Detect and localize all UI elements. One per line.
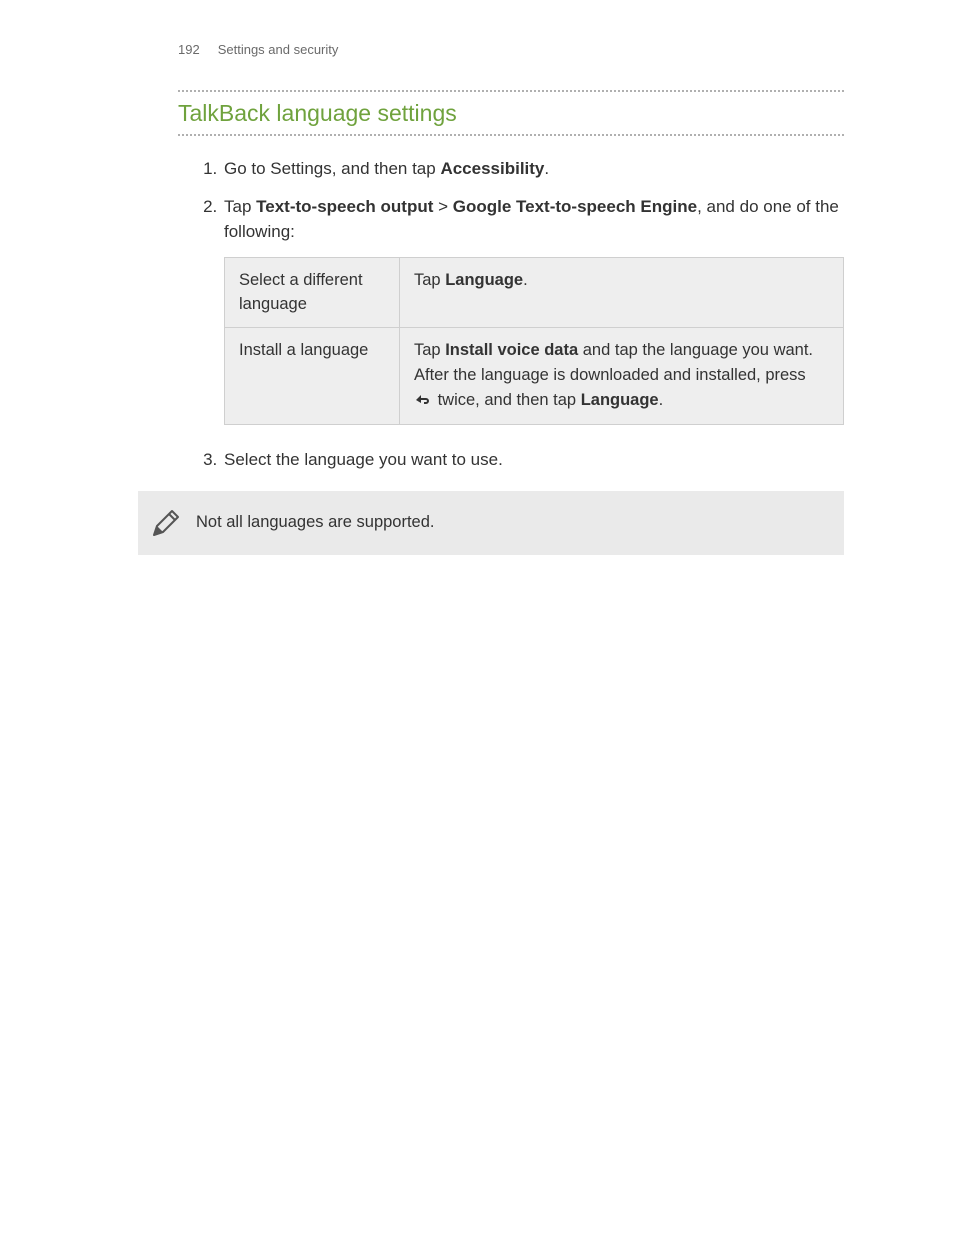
divider-bottom — [178, 134, 844, 136]
step-3: Select the language you want to use. — [222, 441, 844, 479]
note-text: Not all languages are supported. — [196, 510, 435, 535]
note-block: Not all languages are supported. — [138, 491, 844, 555]
page-number: 192 — [178, 40, 200, 60]
table-row: Select a different language Tap Language… — [225, 257, 844, 328]
table-row: Install a language Tap Install voice dat… — [225, 328, 844, 425]
step-2-text-b: > — [433, 197, 452, 216]
section-title: TalkBack language settings — [178, 92, 844, 135]
row1-desc: Tap Language. — [400, 257, 844, 328]
document-page: 192 Settings and security TalkBack langu… — [0, 0, 954, 555]
row2-text-c: twice, and then tap — [433, 391, 581, 409]
row1-text-a: Tap — [414, 271, 445, 289]
row2-text-a: Tap — [414, 341, 445, 359]
page-header: 192 Settings and security — [0, 40, 954, 60]
step-2: Tap Text-to-speech output > Google Text-… — [222, 188, 844, 442]
step-1: Go to Settings, and then tap Accessibili… — [222, 150, 844, 188]
step-2-bold-tts: Text-to-speech output — [256, 197, 433, 216]
row2-desc: Tap Install voice data and tap the langu… — [400, 328, 844, 425]
steps-list: Go to Settings, and then tap Accessibili… — [222, 150, 844, 479]
row1-label: Select a different language — [225, 257, 400, 328]
back-icon — [414, 390, 430, 415]
row1-bold-language: Language — [445, 271, 523, 289]
row1-text-b: . — [523, 271, 528, 289]
row2-text-d: . — [659, 391, 664, 409]
step-1-bold-accessibility: Accessibility — [440, 159, 544, 178]
step-2-text-a: Tap — [224, 197, 256, 216]
row2-bold-install: Install voice data — [445, 341, 578, 359]
pen-icon — [148, 505, 184, 541]
step-1-text-a: Go to Settings, and then tap — [224, 159, 440, 178]
step-2-bold-google: Google Text-to-speech Engine — [453, 197, 697, 216]
step-3-text: Select the language you want to use. — [224, 450, 503, 469]
step-1-text-b: . — [544, 159, 549, 178]
page-section-label: Settings and security — [218, 40, 339, 60]
row2-label: Install a language — [225, 328, 400, 425]
row2-bold-language: Language — [581, 391, 659, 409]
options-table: Select a different language Tap Language… — [224, 257, 844, 426]
